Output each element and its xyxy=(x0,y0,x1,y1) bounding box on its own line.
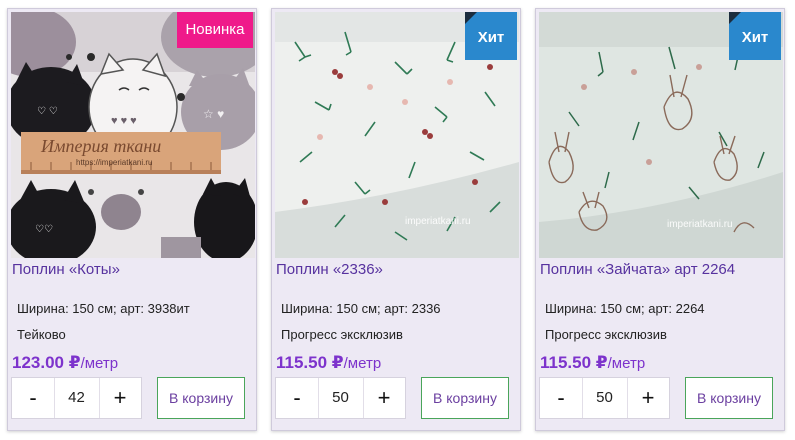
hit-badge: Хит xyxy=(465,12,517,60)
badge-corner xyxy=(465,12,477,24)
price-unit: /метр xyxy=(607,355,646,372)
add-to-cart-button[interactable]: В корзину xyxy=(421,377,509,419)
product-price: 115.50 ₽ xyxy=(276,353,344,372)
svg-text:imperiatkani.ru: imperiatkani.ru xyxy=(667,219,733,230)
product-card: imperiatkani.ru Хит Поплин «Зайчата» арт… xyxy=(535,8,785,431)
badge-corner xyxy=(729,12,741,24)
increase-button[interactable]: + xyxy=(627,378,669,418)
hit-badge: Хит xyxy=(729,12,781,60)
product-spec: Ширина: 150 см; арт: 3938ит xyxy=(17,301,190,316)
product-price: 123.00 ₽ xyxy=(12,353,81,372)
quantity-input[interactable]: 50 xyxy=(583,378,626,418)
quantity-input[interactable]: 42 xyxy=(55,378,98,418)
svg-text:☆ ♥: ☆ ♥ xyxy=(203,107,224,121)
svg-text:♡♡: ♡♡ xyxy=(35,224,53,235)
product-price: 115.50 ₽ xyxy=(540,353,608,372)
price-line: 123.00 ₽/метр xyxy=(12,353,118,373)
decrease-button[interactable]: - xyxy=(276,378,318,418)
new-badge: Новинка xyxy=(177,12,253,48)
product-image[interactable]: ♡ ♡ ♥ ♥ ♥ ☆ ♥ Империя ткани https://impe… xyxy=(11,12,255,258)
quantity-stepper: - 42 + xyxy=(11,377,142,419)
svg-text:♥ ♥ ♥: ♥ ♥ ♥ xyxy=(111,115,137,127)
decrease-button[interactable]: - xyxy=(540,378,582,418)
add-to-cart-button[interactable]: В корзину xyxy=(157,377,245,419)
svg-text:Империя ткани: Империя ткани xyxy=(40,136,161,156)
quantity-stepper: - 50 + xyxy=(539,377,670,419)
svg-text:imperiatkani.ru: imperiatkani.ru xyxy=(405,216,471,227)
product-maker: Тейково xyxy=(17,327,66,342)
add-to-cart-button[interactable]: В корзину xyxy=(685,377,773,419)
increase-button[interactable]: + xyxy=(363,378,405,418)
price-unit: /метр xyxy=(80,355,119,372)
product-maker: Прогресс эксклюзив xyxy=(281,327,403,342)
hit-badge-label: Хит xyxy=(477,29,505,46)
price-line: 115.50 ₽/метр xyxy=(540,353,645,373)
product-spec: Ширина: 150 см; арт: 2336 xyxy=(281,301,441,316)
decrease-button[interactable]: - xyxy=(12,378,54,418)
increase-button[interactable]: + xyxy=(99,378,141,418)
price-unit: /метр xyxy=(343,355,382,372)
product-title[interactable]: Поплин «Зайчата» арт 2264 xyxy=(540,261,735,278)
product-card: ♡ ♡ ♥ ♥ ♥ ☆ ♥ Империя ткани https://impe… xyxy=(7,8,257,431)
svg-text:♡ ♡: ♡ ♡ xyxy=(37,106,58,117)
quantity-stepper: - 50 + xyxy=(275,377,406,419)
hit-badge-label: Хит xyxy=(741,29,769,46)
price-line: 115.50 ₽/метр xyxy=(276,353,381,373)
product-title[interactable]: Поплин «2336» xyxy=(276,261,383,278)
svg-text:https://imperiatkani.ru: https://imperiatkani.ru xyxy=(76,158,152,167)
quantity-input[interactable]: 50 xyxy=(319,378,362,418)
product-card: imperiatkani.ru Хит Поплин «2336» Ширина… xyxy=(271,8,521,431)
product-spec: Ширина: 150 см; арт: 2264 xyxy=(545,301,705,316)
product-maker: Прогресс эксклюзив xyxy=(545,327,667,342)
product-title[interactable]: Поплин «Коты» xyxy=(12,261,120,278)
